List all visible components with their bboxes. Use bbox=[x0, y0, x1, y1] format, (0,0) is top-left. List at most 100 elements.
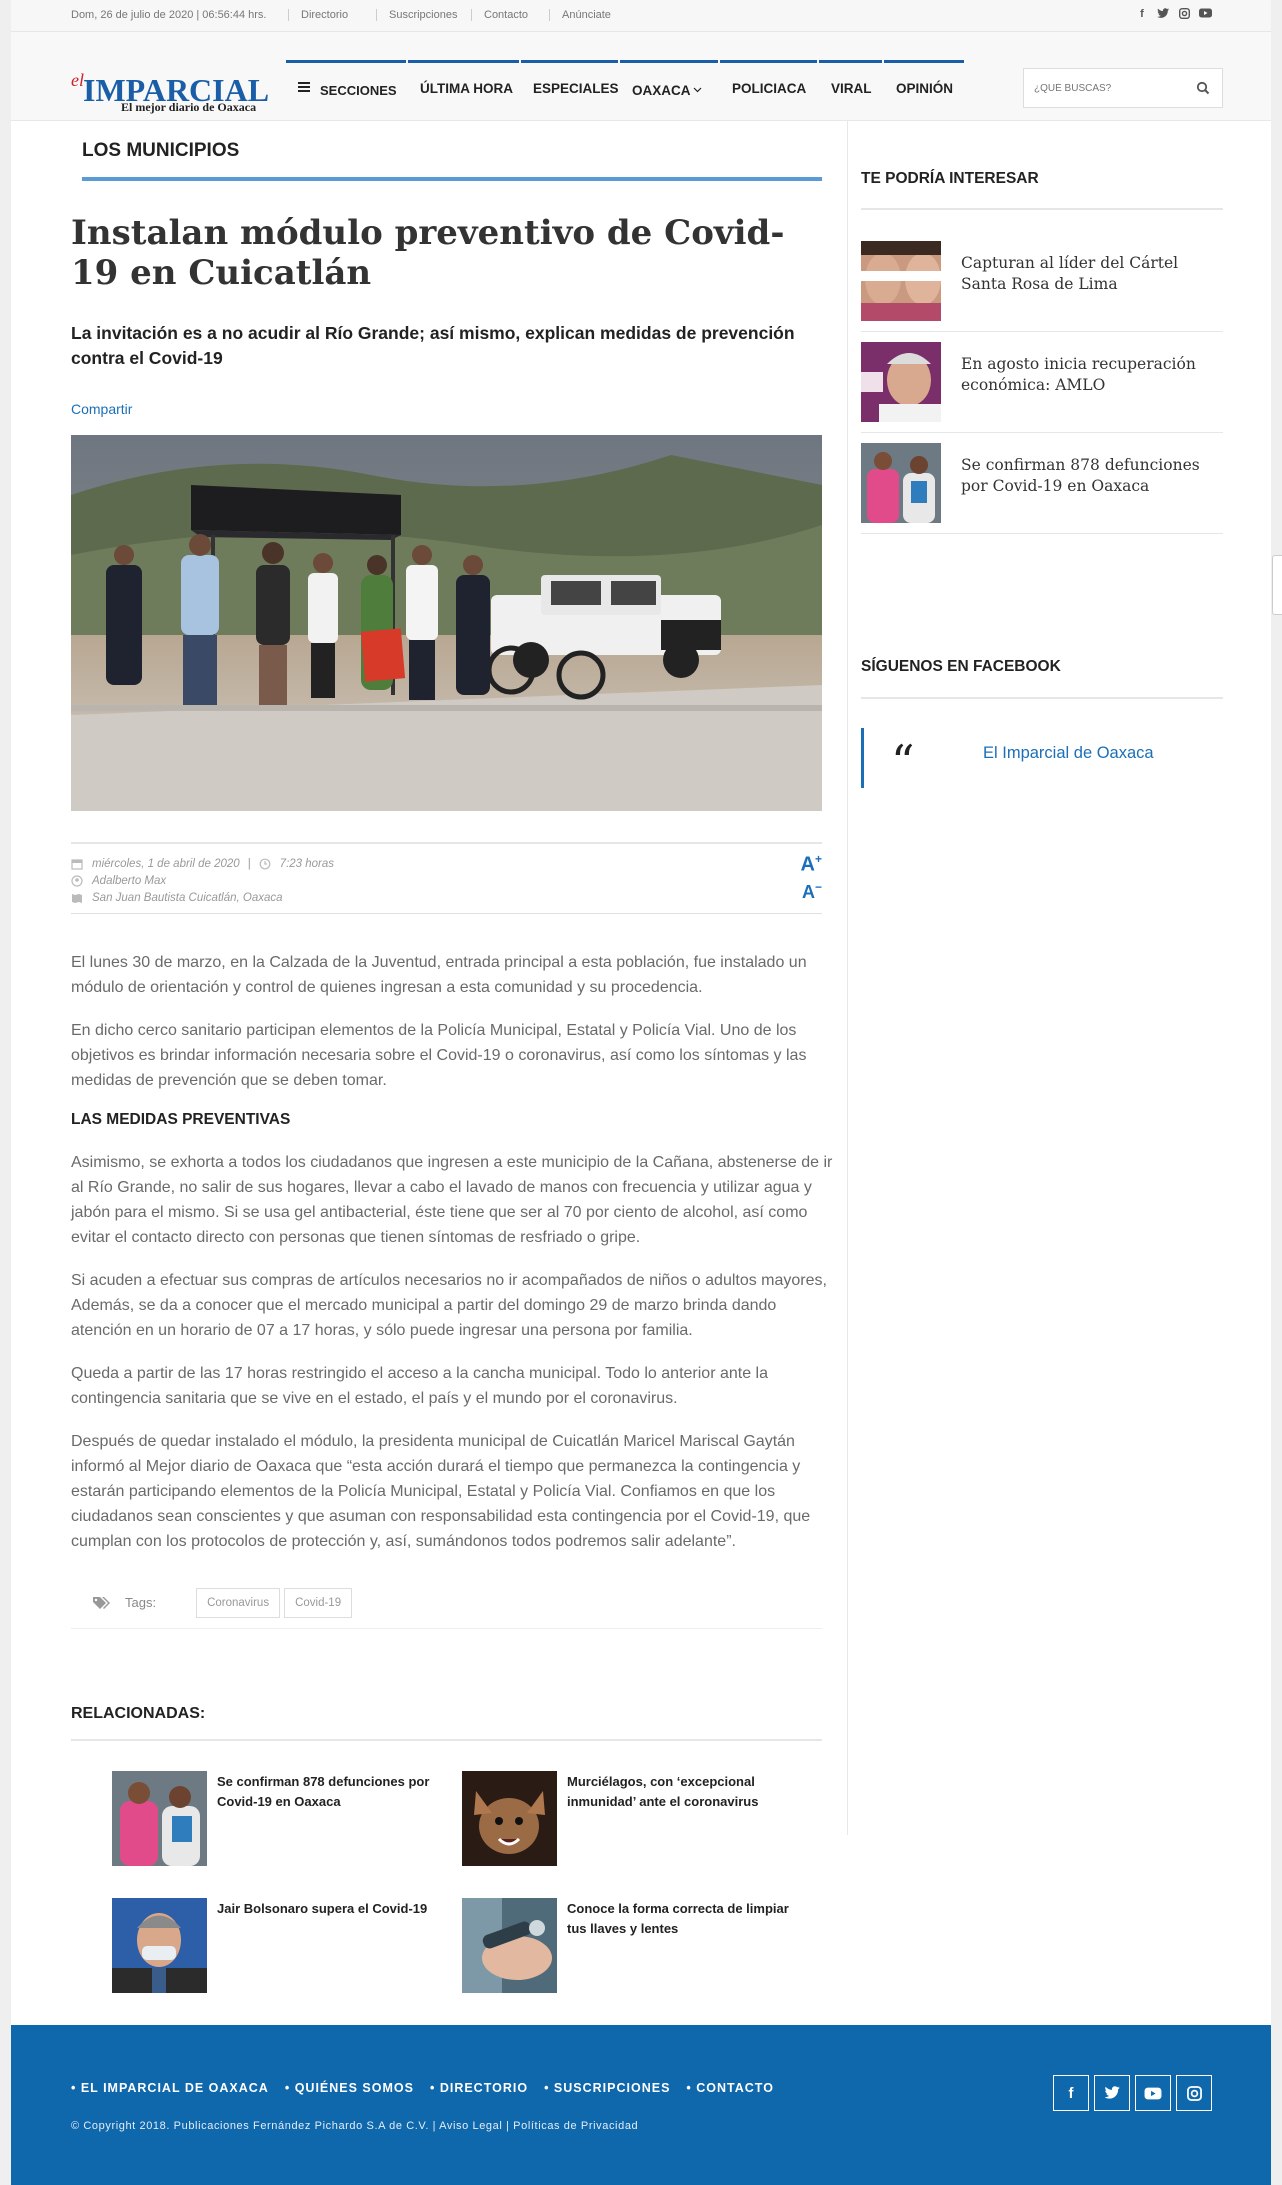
nav-opinion[interactable]: OPINIÓN bbox=[884, 60, 964, 120]
nav-ultima-hora[interactable]: ÚLTIMA HORA bbox=[408, 60, 519, 120]
nav-especiales[interactable]: ESPECIALES bbox=[521, 60, 619, 120]
link-contacto[interactable]: Contacto bbox=[471, 9, 528, 21]
nav-oaxaca[interactable]: OAXACA bbox=[620, 60, 718, 120]
font-size-controls: A+ A− bbox=[801, 848, 822, 903]
youtube-icon[interactable] bbox=[1199, 8, 1212, 21]
twitter-icon[interactable] bbox=[1094, 2075, 1130, 2111]
sidebar-thumbnail[interactable] bbox=[861, 443, 941, 523]
sidebar-item-title[interactable]: Capturan al líder del Cártel Santa Rosa … bbox=[961, 253, 1223, 295]
tags-bar: Tags: Coronavirus Covid-19 bbox=[71, 1577, 822, 1629]
font-increase-button[interactable]: A+ bbox=[801, 848, 822, 876]
sidebar-item[interactable]: Se confirman 878 defunciones por Covid-1… bbox=[861, 433, 1223, 534]
meta-separator: | bbox=[247, 858, 251, 870]
footer-link-quienes-somos[interactable]: • QUIÉNES SOMOS bbox=[285, 2081, 414, 2095]
related-thumbnail[interactable] bbox=[112, 1898, 207, 1993]
related-item-title[interactable]: Murciélagos, con ‘excepcional inmunidad’… bbox=[567, 1772, 802, 1866]
youtube-icon[interactable] bbox=[1135, 2075, 1171, 2111]
link-suscripciones[interactable]: Suscripciones bbox=[376, 9, 457, 21]
map-icon bbox=[71, 892, 83, 904]
footer-link-suscripciones[interactable]: • SUSCRIPCIONES bbox=[544, 2081, 670, 2095]
quote-icon: “ bbox=[891, 735, 915, 789]
related-thumbnail[interactable] bbox=[112, 1771, 207, 1866]
sidebar-item-title[interactable]: En agosto inicia recuperación económica:… bbox=[961, 354, 1223, 396]
article-subtitle: La invitación es a no acudir al Río Gran… bbox=[71, 323, 795, 368]
paragraph: En dicho cerco sanitario participan elem… bbox=[71, 1022, 807, 1089]
user-icon bbox=[71, 875, 83, 887]
article-location: San Juan Bautista Cuicatlán, Oaxaca bbox=[92, 892, 283, 904]
tags-icon bbox=[93, 1596, 113, 1610]
twitter-icon[interactable] bbox=[1157, 8, 1169, 21]
related-item[interactable]: Conoce la forma correcta de limpiar tus … bbox=[462, 1898, 802, 1993]
search-box bbox=[1023, 68, 1223, 108]
tag-coronavirus[interactable]: Coronavirus bbox=[196, 1587, 281, 1618]
tag-covid-19[interactable]: Covid-19 bbox=[284, 1587, 353, 1618]
tags-label: Tags: bbox=[125, 1595, 157, 1610]
article-body: El lunes 30 de marzo, en la Calzada de l… bbox=[71, 950, 833, 1572]
nav-viral[interactable]: VIRAL bbox=[819, 60, 882, 120]
main-nav: SECCIONES ÚLTIMA HORA ESPECIALES OAXACA … bbox=[286, 60, 964, 120]
footer-link-directorio[interactable]: • DIRECTORIO bbox=[430, 2081, 528, 2095]
instagram-icon[interactable] bbox=[1178, 7, 1190, 21]
footer: • EL IMPARCIAL DE OAXACA • QUIÉNES SOMOS… bbox=[11, 2025, 1271, 2185]
article-time: 7:23 horas bbox=[279, 858, 335, 870]
link-anunciate[interactable]: Anúnciate bbox=[549, 9, 611, 21]
sidebar-thumbnail[interactable] bbox=[861, 241, 941, 321]
footer-copyright: © Copyright 2018. Publicaciones Fernánde… bbox=[71, 2120, 639, 2132]
current-date: Dom, 26 de julio de 2020 | 06:56:44 hrs. bbox=[71, 9, 267, 21]
chevron-down-icon bbox=[693, 78, 702, 100]
sidebar-underline bbox=[861, 697, 1223, 699]
subheading: LAS MEDIDAS PREVENTIVAS bbox=[71, 1111, 291, 1128]
page: Dom, 26 de julio de 2020 | 06:56:44 hrs.… bbox=[11, 0, 1271, 2185]
facebook-icon[interactable]: f bbox=[1136, 8, 1148, 21]
facebook-icon[interactable]: f bbox=[1053, 2075, 1089, 2111]
sidebar-underline bbox=[861, 208, 1223, 210]
top-social-links: f bbox=[1136, 7, 1212, 21]
related-item[interactable]: Jair Bolsonaro supera el Covid-19 bbox=[112, 1898, 452, 1993]
related-item[interactable]: Murciélagos, con ‘excepcional inmunidad’… bbox=[462, 1771, 802, 1866]
article-author[interactable]: Adalberto Max bbox=[92, 875, 166, 887]
related-item-title[interactable]: Conoce la forma correcta de limpiar tus … bbox=[567, 1899, 802, 1993]
sidebar-thumbnail[interactable] bbox=[861, 342, 941, 422]
clock-icon bbox=[259, 858, 271, 870]
section-underline bbox=[82, 177, 822, 181]
share-link[interactable]: Compartir bbox=[71, 401, 132, 417]
nav-oaxaca-label: OAXACA bbox=[632, 83, 691, 98]
related-thumbnail[interactable] bbox=[462, 1771, 557, 1866]
instagram-icon[interactable] bbox=[1176, 2075, 1212, 2111]
nav-secciones[interactable]: SECCIONES bbox=[286, 60, 406, 120]
sidebar-facebook-title: SÍGUENOS EN FACEBOOK bbox=[861, 658, 1061, 675]
hamburger-icon bbox=[298, 77, 310, 99]
facebook-page-link[interactable]: El Imparcial de Oaxaca bbox=[983, 744, 1154, 763]
article-title: Instalan módulo preventivo de Covid-19 e… bbox=[71, 213, 785, 293]
article-meta: miércoles, 1 de abril de 2020 | 7:23 hor… bbox=[71, 842, 822, 914]
side-scroll-tab[interactable] bbox=[1272, 555, 1282, 615]
sidebar-item[interactable]: Capturan al líder del Cártel Santa Rosa … bbox=[861, 231, 1223, 332]
related-item-title[interactable]: Se confirman 878 defunciones por Covid-1… bbox=[217, 1772, 452, 1866]
meta-location-row: San Juan Bautista Cuicatlán, Oaxaca bbox=[71, 892, 283, 904]
sidebar-interest-title: TE PODRÍA INTERESAR bbox=[861, 170, 1039, 187]
related-item[interactable]: Se confirman 878 defunciones por Covid-1… bbox=[112, 1771, 452, 1866]
search-input[interactable] bbox=[1024, 69, 1184, 107]
footer-social: f bbox=[1053, 2075, 1212, 2111]
nav-policiaca[interactable]: POLICIACA bbox=[720, 60, 817, 120]
paragraph: Después de quedar instalado el módulo, l… bbox=[71, 1433, 811, 1550]
paragraph: Queda a partir de las 17 horas restringi… bbox=[71, 1365, 769, 1407]
nav-secciones-label: SECCIONES bbox=[320, 83, 397, 98]
font-decrease-button[interactable]: A− bbox=[801, 876, 822, 903]
facebook-widget[interactable]: “ El Imparcial de Oaxaca bbox=[861, 728, 1223, 788]
meta-date-row: miércoles, 1 de abril de 2020 | 7:23 hor… bbox=[71, 858, 334, 870]
footer-link-imparcial[interactable]: • EL IMPARCIAL DE OAXACA bbox=[71, 2081, 269, 2095]
search-icon[interactable] bbox=[1196, 81, 1210, 95]
paragraph: Si acuden a efectuar sus compras de artí… bbox=[71, 1272, 827, 1339]
link-directorio[interactable]: Directorio bbox=[288, 9, 348, 21]
paragraph: Asimismo, se exhorta a todos los ciudada… bbox=[71, 1154, 833, 1246]
section-title[interactable]: LOS MUNICIPIOS bbox=[82, 140, 239, 162]
meta-author-row: Adalberto Max bbox=[71, 875, 166, 887]
footer-link-contacto[interactable]: • CONTACTO bbox=[686, 2081, 774, 2095]
sidebar-item-title[interactable]: Se confirman 878 defunciones por Covid-1… bbox=[961, 455, 1223, 497]
sidebar-item[interactable]: En agosto inicia recuperación económica:… bbox=[861, 332, 1223, 433]
related-item-title[interactable]: Jair Bolsonaro supera el Covid-19 bbox=[217, 1899, 427, 1993]
related-thumbnail[interactable] bbox=[462, 1898, 557, 1993]
article-photo[interactable] bbox=[71, 435, 822, 811]
related-underline bbox=[71, 1739, 822, 1741]
